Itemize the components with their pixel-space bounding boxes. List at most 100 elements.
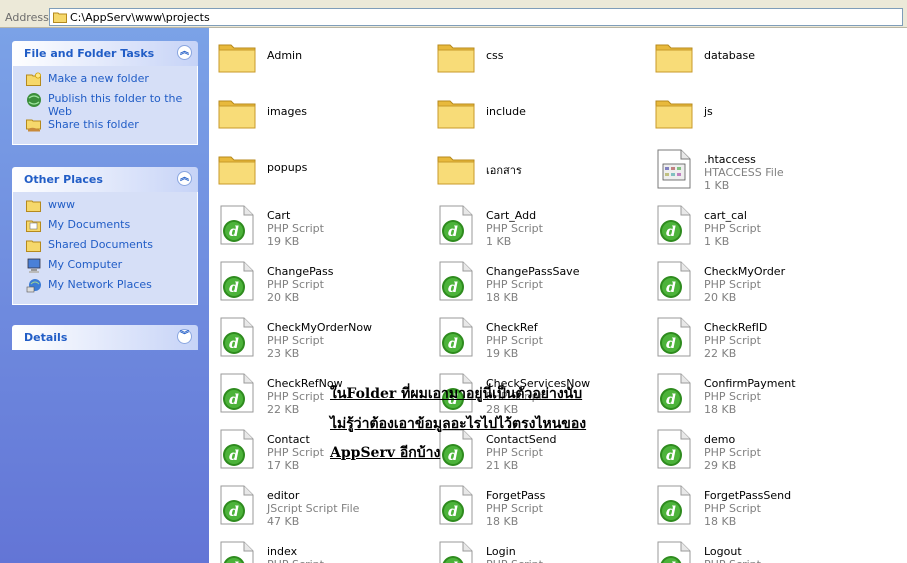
- annotation-line-3: AppServ อีกบ้าง: [330, 445, 441, 461]
- file-folder-tasks-header[interactable]: File and Folder Tasks ︽: [12, 41, 198, 66]
- file-type: PHP Script: [486, 278, 543, 291]
- folder-item[interactable]: popups: [209, 140, 419, 196]
- file-size: 1 KB: [486, 235, 512, 248]
- file-item[interactable]: d LoginPHP Script: [428, 532, 638, 563]
- share-folder-icon: [26, 118, 42, 135]
- php-script-icon: d: [654, 484, 694, 526]
- place-www[interactable]: www: [13, 198, 197, 218]
- other-places-header[interactable]: Other Places ︽: [12, 167, 198, 192]
- file-name: images: [267, 105, 307, 118]
- place-my-documents[interactable]: My Documents: [13, 218, 197, 238]
- file-name: index: [267, 545, 298, 558]
- file-size: 19 KB: [486, 347, 519, 360]
- file-item[interactable]: d Cart PHP Script 19 KB: [209, 196, 419, 252]
- task-share-folder[interactable]: Share this folder: [13, 118, 197, 138]
- file-type: PHP Script: [267, 390, 324, 403]
- folder-item[interactable]: images: [209, 84, 419, 140]
- file-name: demo: [704, 433, 736, 446]
- php-script-icon: d: [217, 260, 257, 302]
- svg-text:d: d: [229, 504, 239, 520]
- folder-icon: [436, 92, 476, 134]
- file-size: 1 KB: [704, 179, 730, 192]
- file-name: database: [704, 49, 755, 62]
- svg-text:d: d: [666, 448, 676, 464]
- folder-icon: [654, 36, 694, 78]
- folder-icon: [217, 148, 257, 190]
- file-item[interactable]: d LogoutPHP Script: [646, 532, 856, 563]
- file-item[interactable]: d editor JScript Script File 47 KB: [209, 476, 419, 532]
- php-script-icon: d: [217, 372, 257, 414]
- publish-web-icon: [26, 92, 42, 111]
- folder-item[interactable]: Admin: [209, 28, 419, 84]
- panel-title: Other Places: [24, 173, 103, 186]
- php-script-icon: d: [654, 428, 694, 470]
- svg-text:d: d: [229, 392, 239, 408]
- file-type: PHP Script: [704, 222, 761, 235]
- address-label: Address: [5, 11, 49, 24]
- file-item[interactable]: d ForgetPassSend PHP Script 18 KB: [646, 476, 856, 532]
- file-type: PHP Script: [267, 278, 324, 291]
- svg-text:d: d: [448, 224, 458, 240]
- details-header[interactable]: Details ︾: [12, 325, 198, 350]
- file-size: 29 KB: [704, 459, 737, 472]
- folder-item[interactable]: เอกสาร: [428, 140, 638, 196]
- folder-item[interactable]: js: [646, 84, 856, 140]
- file-folder-tasks-panel: File and Folder Tasks ︽ Make a new folde…: [12, 41, 198, 145]
- file-size: 20 KB: [704, 291, 737, 304]
- file-type: PHP Script: [267, 558, 324, 563]
- collapse-chevron-icon[interactable]: ︽: [177, 171, 192, 186]
- folder-item[interactable]: css: [428, 28, 638, 84]
- folder-item[interactable]: database: [646, 28, 856, 84]
- file-name: .htaccess: [704, 153, 756, 166]
- folder-icon: [436, 36, 476, 78]
- place-my-computer[interactable]: My Computer: [13, 258, 197, 278]
- folder-item[interactable]: include: [428, 84, 638, 140]
- folder-icon: [217, 36, 257, 78]
- file-size: 47 KB: [267, 515, 300, 528]
- file-item[interactable]: d CheckMyOrder PHP Script 20 KB: [646, 252, 856, 308]
- file-type: PHP Script: [267, 334, 324, 347]
- file-item[interactable]: dindexPHP Script: [209, 532, 419, 563]
- task-publish-web[interactable]: Publish this folder to the Web: [13, 92, 197, 118]
- task-make-new-folder[interactable]: Make a new folder: [13, 72, 197, 92]
- file-type: PHP Script: [704, 446, 761, 459]
- place-network-places[interactable]: My Network Places: [13, 278, 197, 298]
- file-type: PHP Script: [486, 558, 543, 563]
- file-type: PHP Script: [704, 390, 761, 403]
- file-type: PHP Script: [704, 334, 761, 347]
- php-script-icon: d: [217, 428, 257, 470]
- file-name: Login: [486, 545, 516, 558]
- place-shared-documents[interactable]: Shared Documents: [13, 238, 197, 258]
- file-type: PHP Script: [486, 446, 543, 459]
- file-name: Admin: [267, 49, 303, 62]
- address-bar: Address C:\AppServ\www\projects: [0, 0, 907, 28]
- new-folder-icon: [26, 72, 42, 89]
- file-item[interactable]: d ChangePass PHP Script 20 KB: [209, 252, 419, 308]
- file-name: ChangePass: [267, 265, 334, 278]
- address-input[interactable]: C:\AppServ\www\projects: [49, 8, 903, 26]
- svg-text:d: d: [448, 336, 458, 352]
- file-item[interactable]: d cart_cal PHP Script 1 KB: [646, 196, 856, 252]
- svg-text:d: d: [666, 224, 676, 240]
- file-item[interactable]: d ConfirmPayment PHP Script 18 KB: [646, 364, 856, 420]
- file-item[interactable]: d Cart_Add PHP Script 1 KB: [428, 196, 638, 252]
- file-type: PHP Script: [267, 446, 324, 459]
- file-type: PHP Script: [267, 222, 324, 235]
- folder-icon: [217, 92, 257, 134]
- htaccess-file-icon: [654, 148, 694, 190]
- file-item[interactable]: d CheckRefID PHP Script 22 KB: [646, 308, 856, 364]
- expand-chevron-icon[interactable]: ︾: [177, 329, 192, 344]
- file-type: PHP Script: [486, 222, 543, 235]
- collapse-chevron-icon[interactable]: ︽: [177, 45, 192, 60]
- file-item[interactable]: .htaccess HTACCESS File 1 KB: [646, 140, 856, 196]
- file-item[interactable]: d CheckMyOrderNow PHP Script 23 KB: [209, 308, 419, 364]
- file-item[interactable]: d demo PHP Script 29 KB: [646, 420, 856, 476]
- file-name: เอกสาร: [486, 164, 522, 177]
- file-name: ForgetPass: [486, 489, 546, 502]
- details-panel: Details ︾: [12, 325, 198, 350]
- file-item[interactable]: d ChangePassSave PHP Script 18 KB: [428, 252, 638, 308]
- svg-text:d: d: [666, 336, 676, 352]
- file-item[interactable]: d ForgetPass PHP Script 18 KB: [428, 476, 638, 532]
- svg-text:d: d: [229, 280, 239, 296]
- file-item[interactable]: d CheckRef PHP Script 19 KB: [428, 308, 638, 364]
